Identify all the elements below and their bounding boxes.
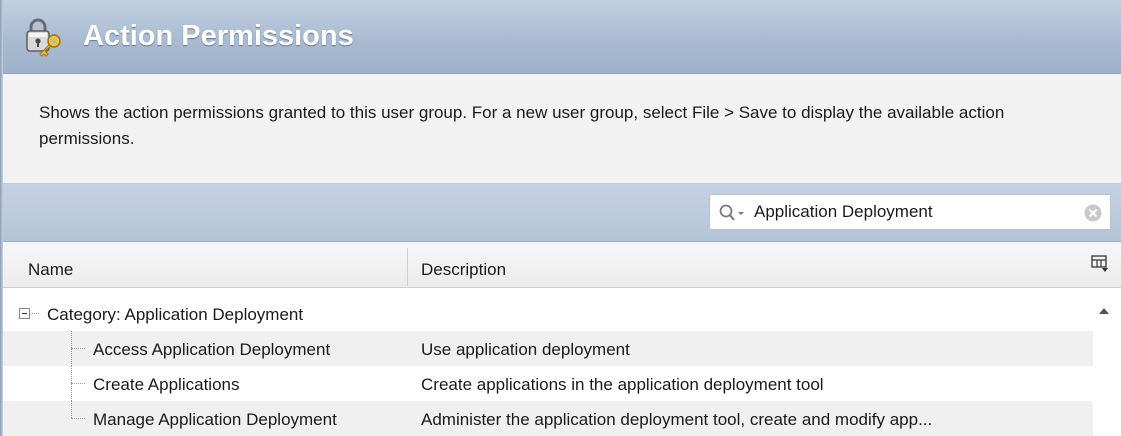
table-header: Name Description [3, 242, 1121, 288]
lock-key-icon [26, 18, 61, 57]
clear-search-icon[interactable] [1084, 204, 1102, 222]
description-text: Shows the action permissions granted to … [39, 103, 1005, 148]
table-row[interactable]: Manage Application Deployment Administer… [3, 401, 1093, 436]
permission-name: Access Application Deployment [93, 340, 331, 359]
permission-name: Manage Application Deployment [93, 410, 337, 429]
search-box[interactable] [709, 194, 1111, 230]
page-title: Action Permissions [83, 20, 354, 52]
permission-description: Create applications in the application d… [421, 375, 824, 394]
tree-connector [71, 383, 85, 384]
table-row[interactable]: Access Application Deployment Use applic… [3, 331, 1093, 366]
permissions-table: Name Description Category: Application D… [3, 242, 1121, 436]
permission-description: Use application deployment [421, 340, 630, 359]
table-row-category[interactable]: Category: Application Deployment [3, 296, 1093, 332]
tree-connector [71, 418, 85, 419]
tree-connector [71, 348, 85, 349]
search-input[interactable] [754, 201, 1074, 223]
permission-name: Create Applications [93, 375, 240, 394]
category-label: Category: Application Deployment [47, 305, 304, 324]
search-icon[interactable] [718, 203, 746, 223]
tree-connector [32, 313, 39, 314]
permission-description: Administer the application deployment to… [421, 410, 933, 429]
column-chooser-icon[interactable] [1090, 254, 1110, 274]
scroll-up-arrow-icon[interactable] [1099, 308, 1109, 314]
column-separator[interactable] [407, 248, 408, 286]
table-row[interactable]: Create Applications Create applications … [3, 366, 1093, 401]
description-panel: Shows the action permissions granted to … [3, 74, 1121, 184]
collapse-toggle-icon[interactable] [19, 308, 30, 319]
column-header-name[interactable]: Name [28, 260, 73, 280]
section-header: Action Permissions [3, 0, 1121, 74]
column-header-description[interactable]: Description [421, 260, 506, 280]
tree-connector [71, 401, 72, 418]
filter-bar [3, 184, 1121, 242]
